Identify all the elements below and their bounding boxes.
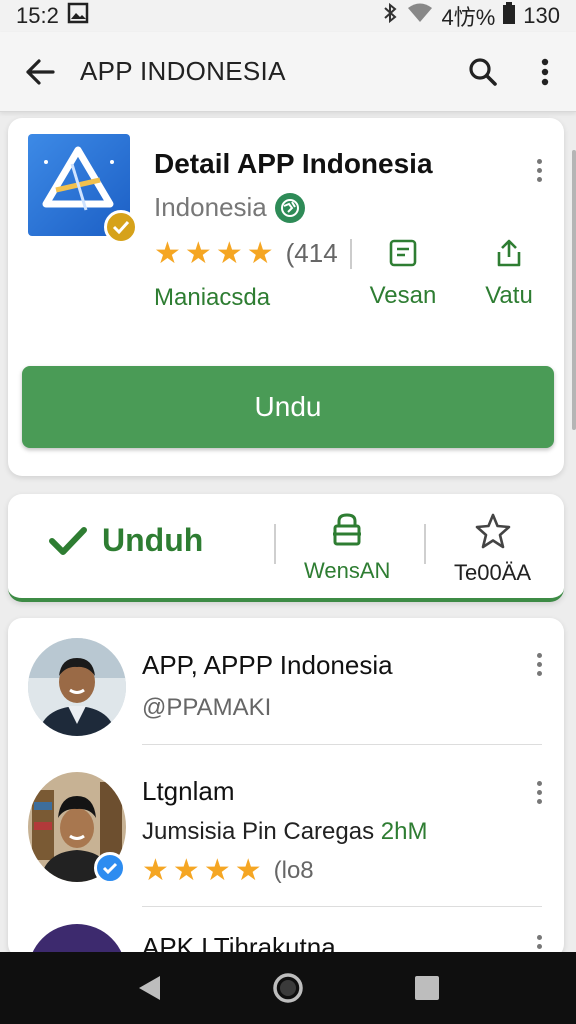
wishlist-action-label: WensAN (304, 558, 391, 583)
rate-action[interactable]: Te00ÄA (454, 512, 531, 586)
download-button-label: Unduh (102, 522, 204, 558)
star-icon: ★ (215, 236, 243, 270)
divider (424, 524, 426, 564)
lock-icon (333, 513, 362, 546)
list-item-title: APP, APPP Indonesia (142, 650, 393, 680)
more-vert-icon (541, 58, 549, 85)
status-time: 15:2 (16, 3, 59, 28)
gallery-icon (67, 2, 89, 30)
star-icon: ★ (246, 236, 274, 270)
share-action[interactable]: Vatu (464, 238, 554, 310)
list-item[interactable]: APK LTihrakutna (8, 908, 564, 958)
app-bar: APP INDONESIA (0, 32, 576, 112)
developer-list-card: APP, APPP Indonesia @PPAMAKI Ltgnlam Jum… (8, 618, 564, 958)
search-icon (469, 57, 497, 86)
install-button[interactable]: Undu (22, 366, 554, 448)
app-subtitle: Indonesia (154, 192, 305, 223)
app-title: Detail APP Indonesia (154, 148, 433, 179)
divider (349, 238, 352, 269)
app-detail-card: Detail APP Indonesia Indonesia ★ ★ ★ ★ (… (8, 118, 564, 476)
verified-badge-icon (94, 852, 126, 884)
download-button[interactable]: Unduh (48, 522, 203, 559)
battery-icon (503, 2, 516, 30)
rating-count: (lo8 (273, 857, 314, 884)
star-icon: ★ (234, 854, 262, 887)
status-bar: 15:2 4㤃% 130 (0, 0, 576, 32)
star-icon: ★ (184, 236, 212, 270)
note-icon (389, 239, 417, 267)
app-detail-more-button[interactable] (527, 152, 551, 188)
app-subtitle-text: Indonesia (154, 192, 267, 222)
bluetooth-icon (381, 2, 399, 30)
list-item-subtitle: Jumsisia Pin Caregas 2hM (142, 818, 427, 846)
battery-text: 4㤃% (441, 5, 496, 30)
list-item-subtitle-text: Jumsisia Pin Caregas (142, 818, 375, 845)
more-vert-icon (536, 158, 542, 164)
wishlist-action[interactable]: WensAN (304, 512, 390, 584)
page-title: APP INDONESIA (80, 56, 286, 86)
developer-link[interactable]: Maniacsda (154, 284, 270, 312)
list-item[interactable]: APP, APPP Indonesia @PPAMAKI (8, 618, 564, 745)
more-vert-icon (536, 780, 542, 786)
signal-text: 130 (523, 3, 560, 28)
divider (142, 906, 542, 907)
app-rating: ★ ★ ★ ★ (414 (154, 238, 352, 269)
list-item-title: Ltgnlam (142, 776, 235, 806)
system-nav-bar (0, 952, 576, 1024)
nav-back-button[interactable] (119, 958, 179, 1018)
overflow-menu-button[interactable] (514, 32, 576, 112)
list-item-rating: ★ ★ ★ ★ (lo8 (142, 856, 314, 886)
arrow-left-icon (26, 58, 55, 85)
list-item-more-button[interactable] (527, 774, 551, 810)
back-button[interactable] (0, 32, 80, 112)
triangle-back-icon (139, 976, 161, 1000)
star-icon: ★ (154, 236, 181, 270)
nav-recents-button[interactable] (397, 958, 457, 1018)
list-item-highlight: 2hM (380, 818, 428, 845)
search-button[interactable] (452, 32, 514, 112)
review-action-label: Vesan (369, 282, 437, 309)
more-vert-icon (536, 652, 542, 658)
more-vert-icon (536, 934, 542, 940)
rating-count: (414 (285, 238, 338, 268)
share-icon (497, 239, 521, 267)
globe-icon (274, 192, 305, 223)
star-icon: ★ (172, 854, 200, 887)
actions-card: Unduh WensAN Te00ÄA (8, 494, 564, 602)
check-icon (49, 526, 87, 555)
nav-home-button[interactable] (258, 958, 318, 1018)
scrollbar[interactable] (572, 150, 576, 430)
avatar (28, 638, 126, 736)
share-action-label: Vatu (485, 282, 533, 309)
verified-badge-icon (104, 210, 138, 244)
star-outline-icon (475, 513, 510, 549)
review-action[interactable]: Vesan (358, 238, 448, 310)
divider (274, 524, 276, 564)
square-recents-icon (414, 976, 439, 1000)
rate-action-label: Te00ÄA (454, 560, 532, 585)
divider (142, 744, 542, 745)
list-item-more-button[interactable] (527, 646, 551, 682)
wifi-icon (407, 3, 433, 29)
star-icon: ★ (142, 854, 169, 887)
star-icon: ★ (203, 854, 231, 887)
circle-home-icon (273, 973, 303, 1003)
list-item-handle: @PPAMAKI (142, 694, 272, 721)
list-item[interactable]: Ltgnlam Jumsisia Pin Caregas 2hM ★ ★ ★ ★… (8, 746, 564, 907)
